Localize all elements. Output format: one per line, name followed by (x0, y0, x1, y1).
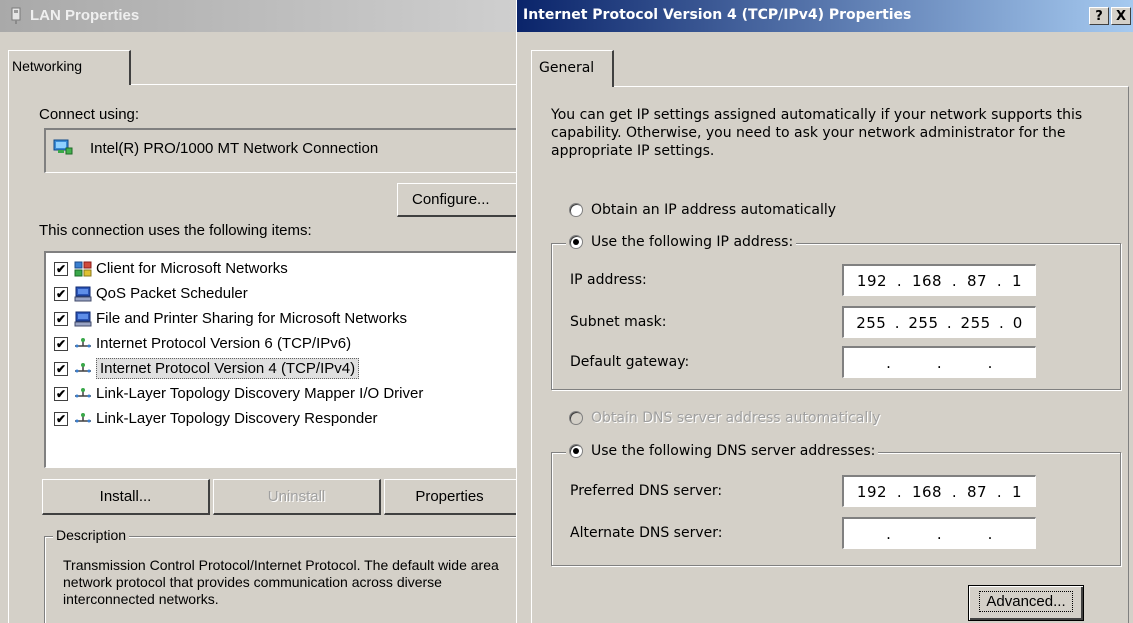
install-button[interactable]: Install... (42, 479, 210, 515)
connect-using-label: Connect using: (39, 106, 140, 123)
obtain-dns-auto-radio[interactable] (569, 411, 583, 425)
uninstall-button[interactable]: Uninstall (213, 479, 381, 515)
window-title: Internet Protocol Version 4 (TCP/IPv4) P… (523, 7, 912, 23)
item-label: Link-Layer Topology Discovery Responder (96, 410, 378, 427)
preferred-dns-input[interactable]: 192. 168. 87. 1 (842, 475, 1036, 507)
ipv4-properties-window: Internet Protocol Version 4 (TCP/IPv4) P… (516, 0, 1133, 623)
item-checkbox[interactable]: ✔ (54, 286, 68, 301)
default-gateway-label: Default gateway: (570, 354, 690, 370)
adapter-field: Intel(R) PRO/1000 MT Network Connection (44, 128, 516, 173)
description-text: Transmission Control Protocol/Internet P… (63, 557, 499, 607)
adapter-name: Intel(R) PRO/1000 MT Network Connection (90, 140, 379, 157)
ipv4-title-bar[interactable]: Internet Protocol Version 4 (TCP/IPv4) P… (517, 0, 1133, 32)
protocol-icon (74, 386, 92, 402)
list-item[interactable]: ✔ QoS Packet Scheduler (46, 281, 516, 306)
item-checkbox[interactable]: ✔ (54, 336, 68, 351)
use-following-ip-option[interactable]: Use the following IP address: (566, 234, 797, 250)
computer-icon (74, 286, 92, 302)
lan-properties-window: LAN Properties Networking Connect using:… (0, 0, 516, 623)
obtain-ip-auto-radio[interactable] (569, 203, 583, 217)
network-adapter-icon (52, 138, 74, 162)
obtain-dns-auto-option[interactable]: Obtain DNS server address automatically (569, 410, 880, 426)
items-label: This connection uses the following items… (39, 222, 312, 239)
alternate-dns-input[interactable]: ... (842, 517, 1036, 549)
item-checkbox[interactable]: ✔ (54, 361, 68, 376)
tab-label: Networking (12, 58, 83, 74)
item-checkbox[interactable]: ✔ (54, 311, 68, 326)
alternate-dns-label: Alternate DNS server: (570, 525, 723, 541)
item-label: Link-Layer Topology Discovery Mapper I/O… (96, 385, 424, 402)
ip-address-group: Use the following IP address: IP address… (551, 234, 1121, 390)
ip-address-label: IP address: (570, 272, 647, 288)
components-list[interactable]: ✔ Client for Microsoft Networks ✔ QoS Packe… (44, 251, 516, 468)
dns-group: Use the following DNS server addresses: … (551, 443, 1121, 566)
tab-general[interactable]: General (531, 50, 614, 87)
tab-networking[interactable]: Networking (8, 50, 131, 85)
description-label: Description (53, 527, 130, 543)
tab-label: General (539, 60, 595, 76)
close-button[interactable]: X (1111, 7, 1131, 25)
subnet-mask-label: Subnet mask: (570, 314, 667, 330)
list-item[interactable]: ✔ Link-Layer Topology Discovery Mapper I/… (46, 381, 516, 406)
list-item[interactable]: ✔ Internet Protocol Version 4 (TCP/IPv4) (46, 356, 516, 381)
description-group: Description Transmission Control Protoco… (44, 527, 516, 623)
item-label: Internet Protocol Version 4 (TCP/IPv4) (96, 358, 360, 379)
item-label: Client for Microsoft Networks (96, 260, 288, 277)
intro-text: You can get IP settings assigned automat… (551, 107, 1083, 159)
computer-icon (74, 311, 92, 327)
item-checkbox[interactable]: ✔ (54, 386, 68, 401)
network-client-icon (74, 261, 92, 277)
list-item[interactable]: ✔ Client for Microsoft Networks (46, 256, 516, 281)
ip-address-input[interactable]: 192. 168. 87. 1 (842, 264, 1036, 296)
item-label: File and Printer Sharing for Microsoft N… (96, 310, 407, 327)
item-label: Internet Protocol Version 6 (TCP/IPv6) (96, 335, 352, 352)
use-following-dns-option[interactable]: Use the following DNS server addresses: (566, 443, 879, 459)
obtain-ip-auto-option[interactable]: Obtain an IP address automatically (569, 202, 836, 218)
advanced-button[interactable]: Advanced... (968, 585, 1084, 621)
window-title: LAN Properties (30, 7, 140, 24)
list-item[interactable]: ✔ File and Printer Sharing for Microsoft … (46, 306, 516, 331)
use-following-ip-radio[interactable] (569, 235, 583, 249)
help-button[interactable]: ? (1089, 7, 1109, 25)
close-icon: X (1115, 9, 1127, 24)
use-following-dns-radio[interactable] (569, 444, 583, 458)
list-item[interactable]: ✔ Link-Layer Topology Discovery Responder (46, 406, 516, 431)
item-checkbox[interactable]: ✔ (54, 411, 68, 426)
protocol-icon (74, 411, 92, 427)
properties-button[interactable]: Properties (384, 479, 516, 515)
preferred-dns-label: Preferred DNS server: (570, 483, 723, 499)
list-item[interactable]: ✔ Internet Protocol Version 6 (TCP/IPv6) (46, 331, 516, 356)
lan-title-bar[interactable]: LAN Properties (0, 0, 516, 32)
subnet-mask-input[interactable]: 255. 255. 255. 0 (842, 306, 1036, 338)
network-adapter-icon (10, 7, 22, 29)
item-label: QoS Packet Scheduler (96, 285, 248, 302)
protocol-icon (74, 336, 92, 352)
configure-button[interactable]: Configure... (397, 183, 516, 217)
protocol-icon (74, 361, 92, 377)
default-gateway-input[interactable]: ... (842, 346, 1036, 378)
item-checkbox[interactable]: ✔ (54, 261, 68, 276)
